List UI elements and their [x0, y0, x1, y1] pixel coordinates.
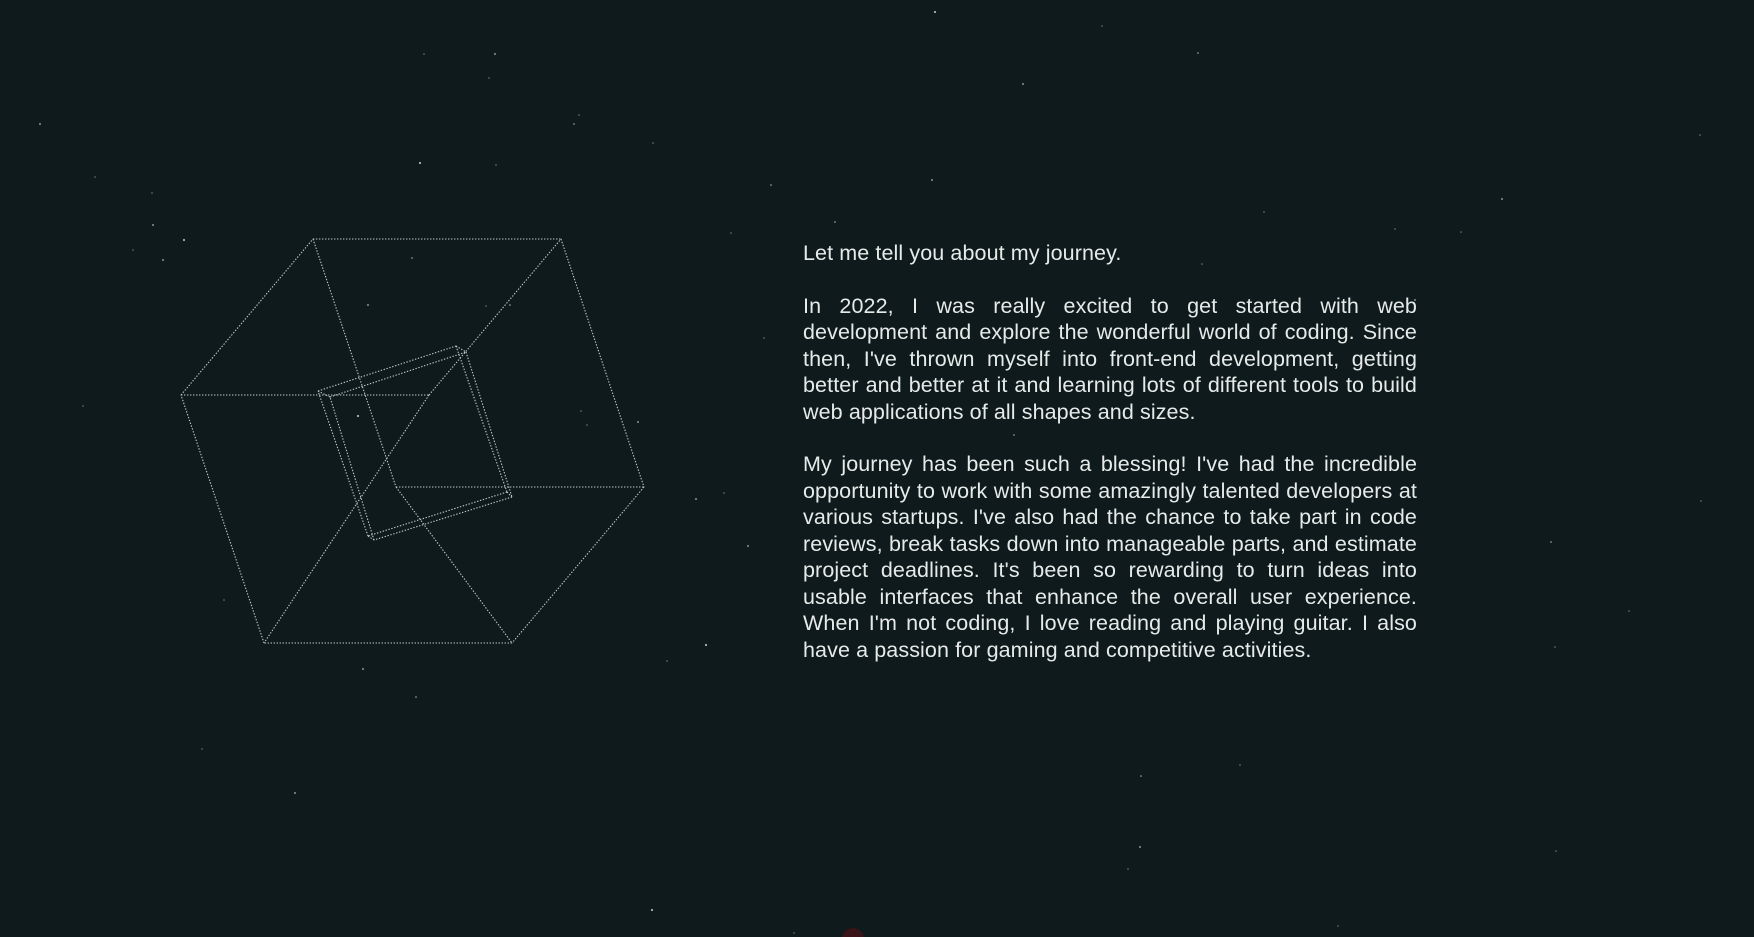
tesseract-edge: [373, 496, 513, 541]
tesseract-edge: [317, 345, 457, 392]
tesseract-edge: [455, 345, 508, 493]
tesseract-edge: [465, 351, 513, 498]
tesseract-edge: [180, 238, 314, 396]
tesseract-edge: [428, 238, 562, 396]
tesseract-edge: [180, 394, 265, 644]
tesseract-edge: [329, 351, 467, 398]
tesseract-edge: [317, 390, 369, 537]
about-paragraph-1: In 2022, I was really excited to get sta…: [803, 293, 1417, 424]
tesseract-edge: [511, 486, 645, 644]
tesseract-edge: [395, 486, 513, 644]
about-section: Let me tell you about my journey. In 202…: [803, 240, 1417, 689]
tesseract-edge: [506, 491, 513, 498]
tesseract-edge: [560, 238, 645, 488]
tesseract-edge: [367, 491, 508, 537]
tesseract-edge: [263, 394, 430, 644]
about-paragraph-2: My journey has been such a blessing! I'v…: [803, 452, 1417, 662]
about-intro: Let me tell you about my journey.: [803, 241, 1122, 265]
tesseract-edge: [329, 396, 375, 541]
tesseract-edge: [312, 238, 397, 488]
